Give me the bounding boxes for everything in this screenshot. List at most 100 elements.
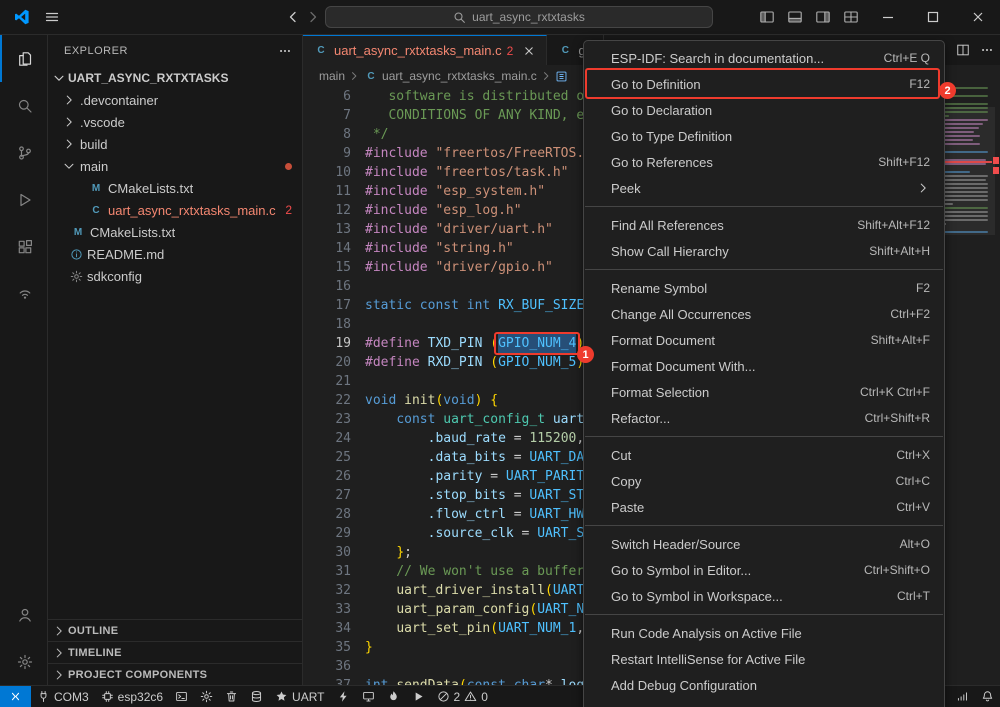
minimap-line [944,131,974,133]
minimap-line [944,175,988,177]
tree-item-cmakelists-txt[interactable]: MCMakeLists.txt [48,177,302,199]
menu-item-go-to-references[interactable]: Go to ReferencesShift+F12 [584,149,944,175]
more-actions-icon[interactable] [278,44,292,58]
chevron-right-icon [52,668,66,682]
menu-item-restart-intellisense-for-active-file[interactable]: Restart IntelliSense for Active File [584,646,944,672]
chevron-right-icon [62,137,76,151]
tree-item-sdkconfig[interactable]: sdkconfig [48,265,302,287]
menu-item-refactor[interactable]: Refactor...Ctrl+Shift+R [584,405,944,431]
activitybar-search[interactable] [0,82,47,129]
activitybar-extensions[interactable] [0,223,47,270]
statusbar-serial-port[interactable]: COM3 [31,686,95,707]
statusbar-problems[interactable]: 20 [431,686,494,707]
menu-item-go-to-declaration[interactable]: Go to Declaration [584,97,944,123]
layout-customize-icon[interactable] [837,0,865,35]
sidebar-section-project-components[interactable]: PROJECT COMPONENTS [48,663,302,685]
line-number: 33 [303,600,351,619]
menu-item-format-selection[interactable]: Format SelectionCtrl+K Ctrl+F [584,379,944,405]
menu-item-label: Cut [611,448,631,463]
forward-icon[interactable] [305,9,321,25]
statusbar-remote[interactable] [0,686,31,707]
minimap-line [944,231,988,233]
tree-item-main[interactable]: main [48,155,302,177]
menu-item-peek[interactable]: Peek [584,175,944,201]
more-actions-icon[interactable] [980,43,994,57]
section-label: TIMELINE [68,647,122,659]
menu-item-add-debug-configuration[interactable]: Add Debug Configuration [584,672,944,698]
maximize-icon[interactable] [910,0,955,35]
menu-item-go-to-symbol-in-editor[interactable]: Go to Symbol in Editor...Ctrl+Shift+O [584,557,944,583]
activitybar-run-debug[interactable] [0,176,47,223]
menu-item-copy[interactable]: CopyCtrl+C [584,468,944,494]
bell-icon [981,690,994,703]
layout-panel-icon[interactable] [781,0,809,35]
menu-item-show-call-hierarchy[interactable]: Show Call HierarchyShift+Alt+H [584,238,944,264]
menu-item-find-all-references[interactable]: Find All ReferencesShift+Alt+F12 [584,212,944,238]
activitybar-explorer[interactable] [0,35,47,82]
breadcrumb-file[interactable]: uart_async_rxtxtasks_main.c [382,69,537,83]
back-icon[interactable] [285,9,301,25]
sidebar-section-outline[interactable]: OUTLINE [48,619,302,641]
chevron-right-icon [52,624,66,638]
close-icon[interactable] [955,0,1000,35]
statusbar-full-clean[interactable] [219,686,244,707]
statusbar-notifications[interactable] [975,686,1000,707]
activitybar-settings[interactable] [0,638,47,685]
menu-hamburger-icon[interactable] [44,9,60,25]
minimap[interactable] [944,87,990,685]
tree-root-folder[interactable]: UART_ASYNC_RXTXTASKS [48,67,302,89]
debug-icon [17,192,33,208]
split-editor-icon[interactable] [956,43,970,57]
menu-item-format-document-with[interactable]: Format Document With... [584,353,944,379]
menu-item-go-to-symbol-in-workspace[interactable]: Go to Symbol in Workspace...Ctrl+T [584,583,944,609]
tree-item-devcontainer[interactable]: .devcontainer [48,89,302,111]
tree-item-build[interactable]: build [48,133,302,155]
menu-item-run-code-analysis-on-active-file[interactable]: Run Code Analysis on Active File [584,620,944,646]
titlebar-nav: uart_async_rxtxtasks [285,6,713,28]
minimap-line [944,191,988,193]
statusbar-ports[interactable] [950,686,975,707]
line-number: 29 [303,524,351,543]
lightning-icon [337,690,350,703]
activitybar-esp-idf[interactable] [0,270,47,317]
statusbar-monitor[interactable] [356,686,381,707]
tab-uart-async-rxtxtasks-main-c[interactable]: C uart_async_rxtxtasks_main.c 2 [303,35,547,65]
menu-item-paste[interactable]: PasteCtrl+V [584,494,944,520]
statusbar-idf-terminal[interactable] [169,686,194,707]
menu-item-generate-doxygen-comment[interactable]: Generate Doxygen Comment [584,698,944,707]
menu-item-label: Format Document With... [611,359,755,374]
tree-item-readme-md[interactable]: README.md [48,243,302,265]
sidebar-section-timeline[interactable]: TIMELINE [48,641,302,663]
menu-item-format-document[interactable]: Format DocumentShift+Alt+F [584,327,944,353]
activitybar-source-control[interactable] [0,129,47,176]
statusbar-build[interactable] [244,686,269,707]
menu-item-change-all-occurrences[interactable]: Change All OccurrencesCtrl+F2 [584,301,944,327]
menu-item-rename-symbol[interactable]: Rename SymbolF2 [584,275,944,301]
tree-item-vscode[interactable]: .vscode [48,111,302,133]
annotation-box-2 [585,68,940,99]
line-number: 20 [303,353,351,372]
section-label: PROJECT COMPONENTS [68,669,207,681]
command-center-search[interactable]: uart_async_rxtxtasks [325,6,713,28]
statusbar-build-flash-monitor[interactable] [381,686,406,707]
tree-item-uart-async-rxtxtasks-main-c[interactable]: Cuart_async_rxtxtasks_main.c2 [48,199,302,221]
statusbar-debug[interactable] [406,686,431,707]
statusbar-menuconfig[interactable] [194,686,219,707]
statusbar-device-target[interactable]: esp32c6 [95,686,169,707]
statusbar-flash-method[interactable]: UART [269,686,330,707]
gear-icon [200,690,213,703]
line-number: 7 [303,106,351,125]
minimize-icon[interactable] [865,0,910,35]
line-number: 37 [303,676,351,685]
close-icon[interactable] [522,44,536,58]
menu-item-label: Find All References [611,218,724,233]
statusbar-flash[interactable] [331,686,356,707]
activitybar-accounts[interactable] [0,591,47,638]
menu-item-go-to-type-definition[interactable]: Go to Type Definition [584,123,944,149]
layout-sidebar-icon[interactable] [753,0,781,35]
menu-item-switch-header-source[interactable]: Switch Header/SourceAlt+O [584,531,944,557]
breadcrumb-folder[interactable]: main [319,69,345,83]
layout-sidebar-right-icon[interactable] [809,0,837,35]
tree-item-cmakelists-txt[interactable]: MCMakeLists.txt [48,221,302,243]
menu-item-cut[interactable]: CutCtrl+X [584,442,944,468]
